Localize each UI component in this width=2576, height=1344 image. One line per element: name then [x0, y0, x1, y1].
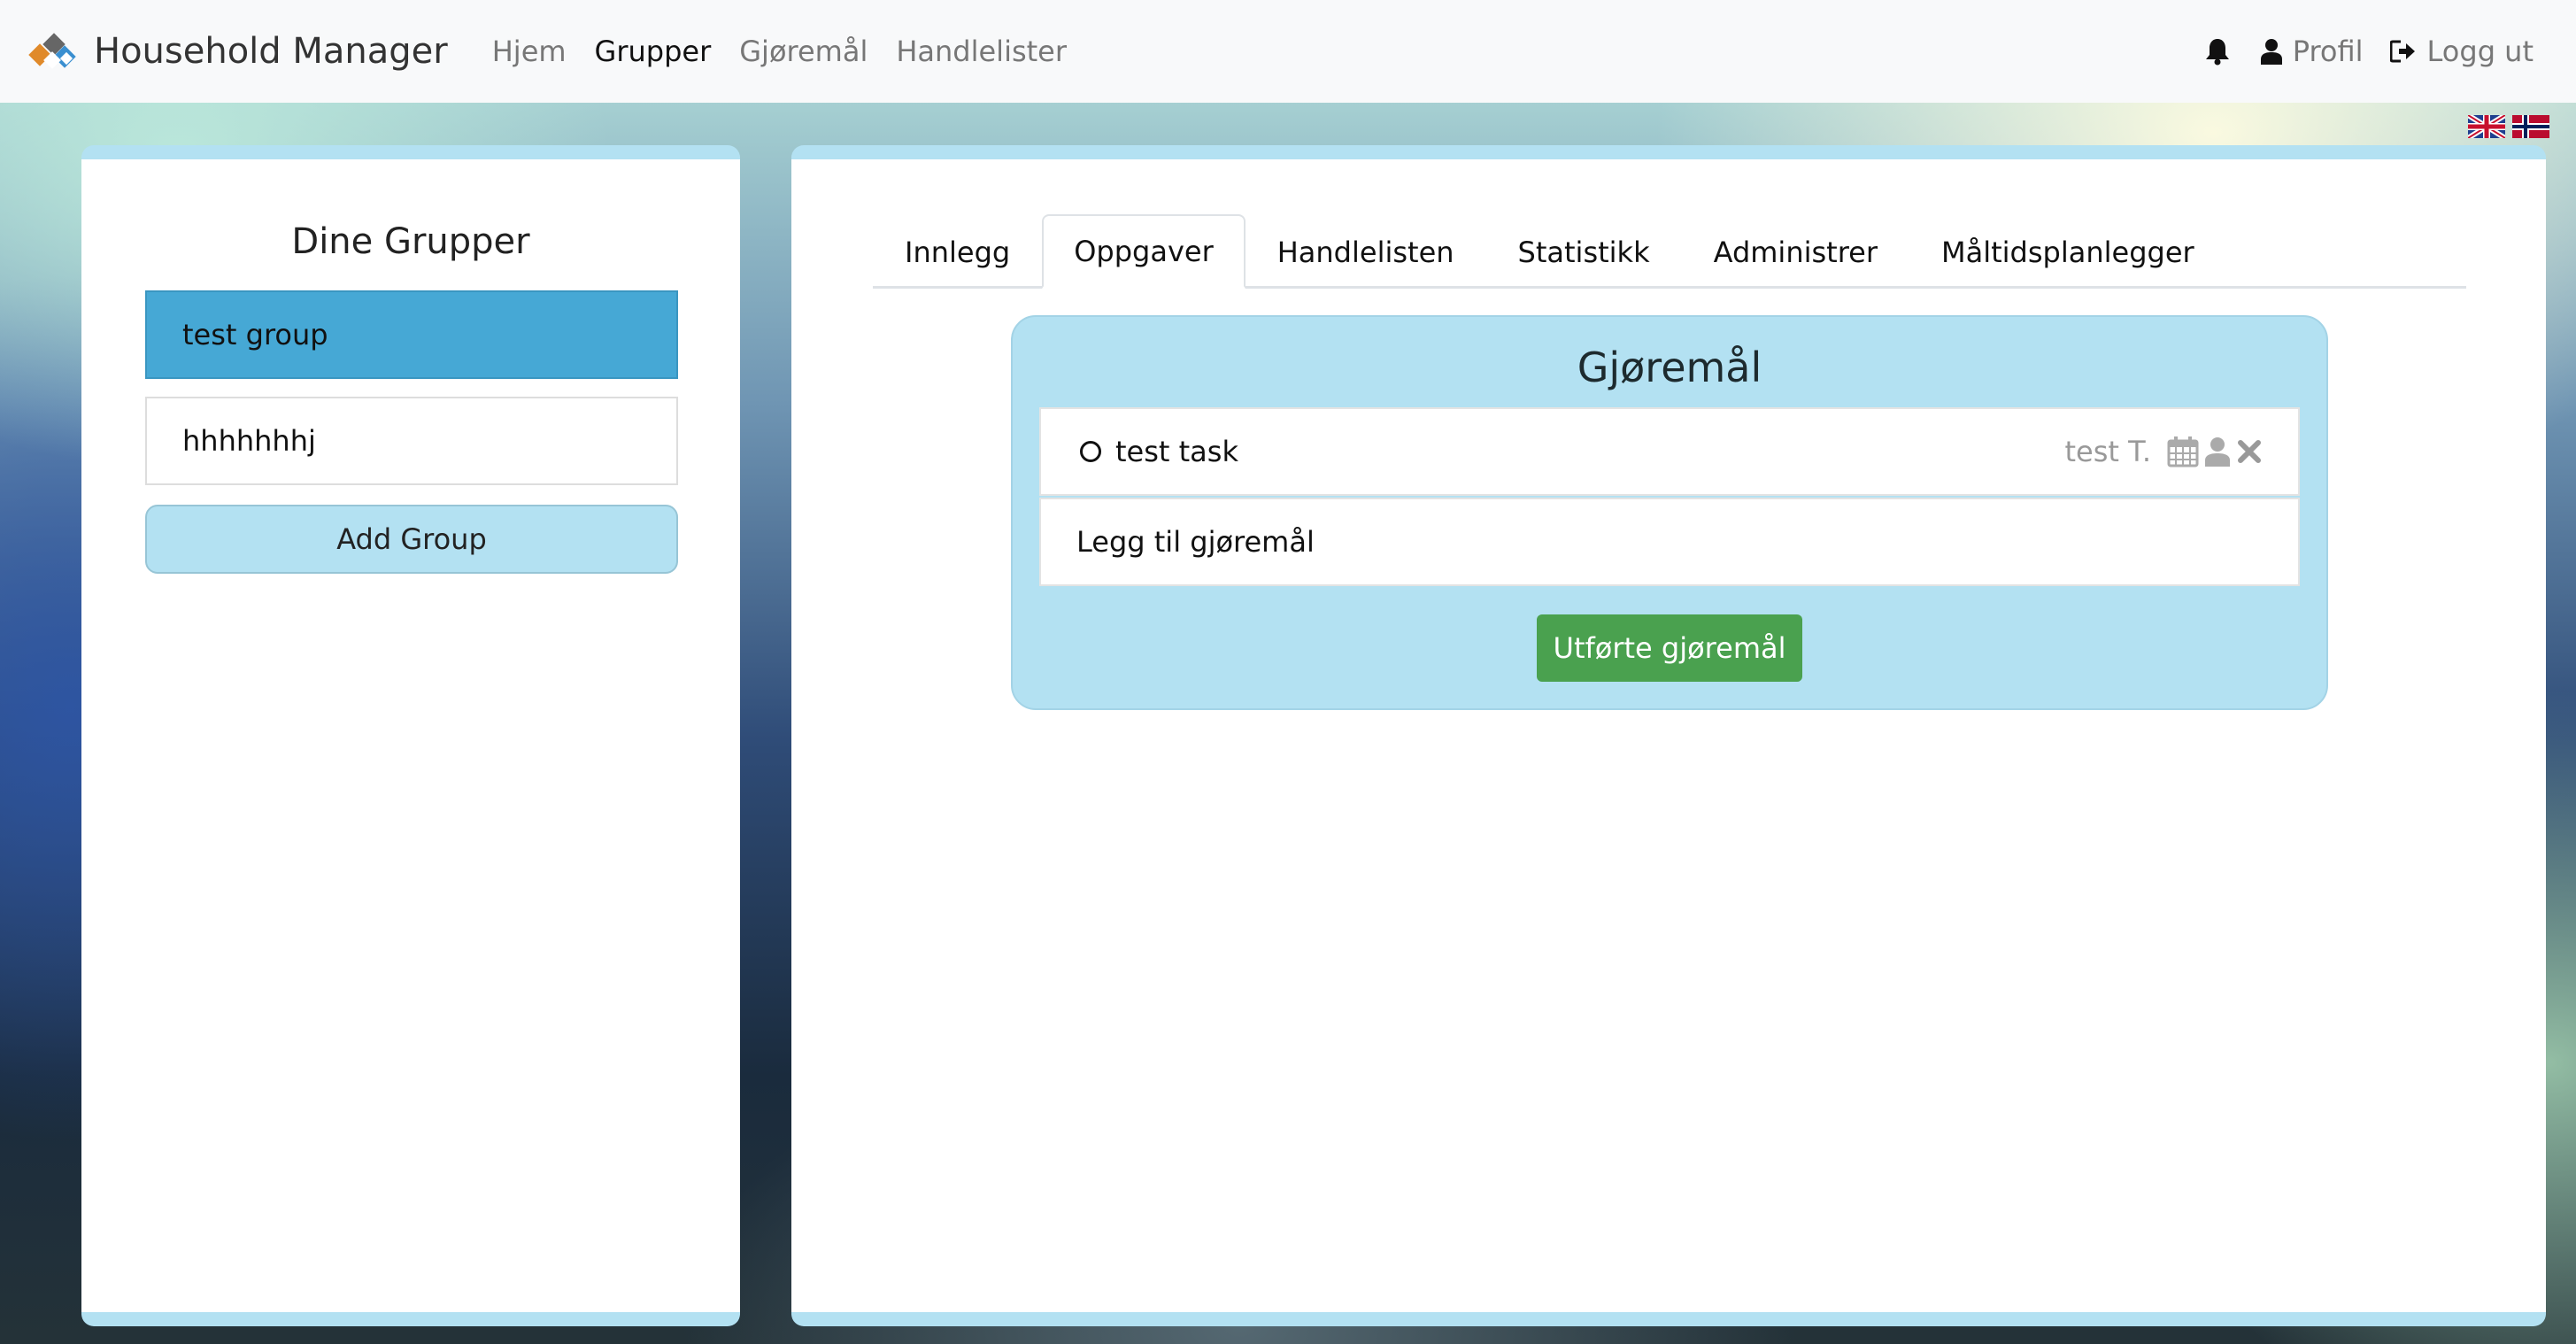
tab-handlelisten[interactable]: Handlelisten: [1246, 214, 1486, 289]
tab-administrer[interactable]: Administrer: [1682, 214, 1909, 289]
assign-user-icon[interactable]: [2204, 436, 2231, 467]
group-name: test group: [182, 318, 328, 351]
tab-maltidsplanlegger[interactable]: Måltidsplanlegger: [1909, 214, 2226, 289]
task-meta: test T.: [2064, 435, 2263, 468]
user-icon: [2260, 38, 2282, 65]
tab-statistikk[interactable]: Statistikk: [1486, 214, 1682, 289]
navbar: Household Manager Hjem Grupper Gjøremål …: [0, 0, 2576, 103]
groups-panel: Dine Grupper test group hhhhhhhj Add Gro…: [81, 145, 740, 1326]
nav-link-hjem[interactable]: Hjem: [492, 35, 567, 68]
tasks-title: Gjøremål: [1577, 344, 1762, 391]
group-content-panel: Innlegg Oppgaver Handlelisten Statistikk…: [791, 145, 2546, 1326]
nav-link-gjoremal[interactable]: Gjøremål: [739, 35, 868, 68]
tab-innlegg[interactable]: Innlegg: [873, 214, 1042, 289]
profile-link[interactable]: Profil: [2293, 35, 2364, 68]
sign-out-icon: [2389, 40, 2417, 63]
nav-link-grupper[interactable]: Grupper: [595, 35, 712, 68]
groups-title: Dine Grupper: [291, 221, 530, 262]
calendar-icon[interactable]: [2167, 436, 2199, 467]
completed-tasks-button[interactable]: Utførte gjøremål: [1537, 614, 1802, 682]
nav-right: Profil Logg ut: [2204, 35, 2534, 68]
nav-links: Hjem Grupper Gjøremål Handlelister: [492, 35, 1095, 68]
group-item-test-group[interactable]: test group: [145, 290, 678, 379]
add-task-input[interactable]: Legg til gjøremål: [1039, 498, 2300, 586]
add-group-button[interactable]: Add Group: [145, 505, 678, 574]
logo-icon: [28, 33, 76, 69]
group-item-hhhhhhhj[interactable]: hhhhhhhj: [145, 397, 678, 485]
close-icon[interactable]: [2236, 438, 2263, 465]
task-checkbox[interactable]: [1080, 441, 1101, 462]
tab-oppgaver[interactable]: Oppgaver: [1042, 214, 1246, 289]
group-tabs: Innlegg Oppgaver Handlelisten Statistikk…: [873, 212, 2466, 289]
brand-name: Household Manager: [94, 31, 448, 72]
english-flag-icon[interactable]: [2468, 115, 2505, 138]
task-assignee: test T.: [2064, 435, 2151, 468]
logout-link[interactable]: Logg ut: [2427, 35, 2534, 68]
task-item: test task test T.: [1039, 407, 2300, 496]
language-switcher: [2461, 115, 2549, 138]
bell-icon[interactable]: [2204, 37, 2231, 66]
norwegian-flag-icon[interactable]: [2512, 115, 2549, 138]
nav-link-handlelister[interactable]: Handlelister: [896, 35, 1067, 68]
tasks-card: Gjøremål test task test T. Legg til gjør…: [1011, 315, 2328, 710]
task-name: test task: [1115, 435, 1238, 468]
group-name: hhhhhhhj: [182, 424, 316, 458]
brand[interactable]: Household Manager: [27, 29, 448, 73]
